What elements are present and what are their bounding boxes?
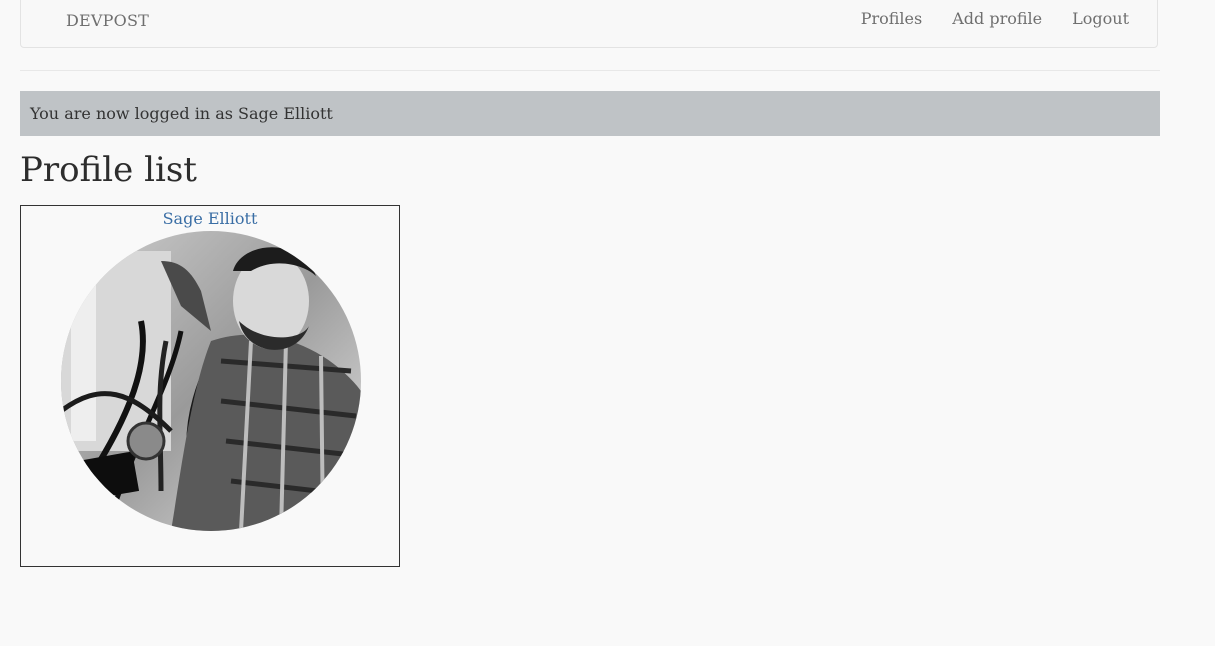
navbar: DEVPOST Profiles Add profile Logout	[20, 0, 1158, 48]
profile-name-link[interactable]: Sage Elliott	[21, 209, 399, 228]
flash-message: You are now logged in as Sage Elliott	[20, 91, 1160, 136]
flash-message-text: You are now logged in as Sage Elliott	[30, 104, 333, 123]
profile-card: Sage Elliott	[20, 205, 400, 567]
nav-link-logout[interactable]: Logout	[1072, 9, 1129, 28]
brand-link[interactable]: DEVPOST	[66, 11, 149, 30]
page-title: Profile list	[20, 150, 197, 190]
nav-link-profiles[interactable]: Profiles	[861, 9, 923, 28]
divider	[20, 70, 1160, 71]
nav-links: Profiles Add profile Logout	[861, 9, 1129, 28]
profile-photo	[61, 231, 361, 531]
nav-link-add-profile[interactable]: Add profile	[952, 9, 1042, 28]
avatar[interactable]	[61, 231, 361, 531]
